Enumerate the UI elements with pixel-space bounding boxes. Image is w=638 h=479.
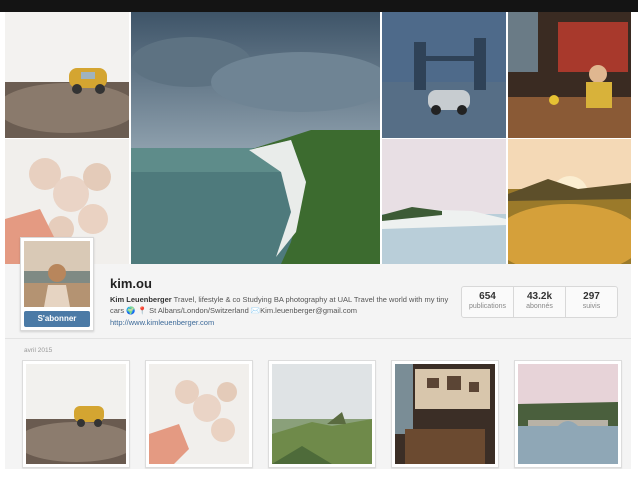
cover-photo-tower-bridge[interactable]: [382, 12, 506, 138]
profile-stats: 654 publications 43.2k abonnés 297 suivi…: [461, 286, 618, 318]
stat-label: abonnés: [526, 303, 553, 310]
follow-button[interactable]: S'abonner: [24, 311, 90, 327]
avatar-card: S'abonner: [20, 237, 94, 331]
cover-photo-beetle-pebbles[interactable]: [5, 12, 129, 138]
stat-label: suivis: [582, 303, 601, 310]
top-bar: [0, 0, 638, 12]
app-window: S'abonner kim.ou Kim Leuenberger Travel,…: [0, 0, 638, 479]
feed-post-beetle[interactable]: [22, 360, 130, 468]
profile-username: kim.ou: [110, 276, 152, 291]
stat-value: 43.2k: [526, 291, 553, 302]
feed-month-label: avril 2015: [24, 347, 53, 354]
cover-photo-cafe[interactable]: [508, 12, 631, 138]
feed-post-roses[interactable]: [145, 360, 253, 468]
feed-post-interior[interactable]: [391, 360, 499, 468]
cover-photo-white-cliffs[interactable]: [382, 139, 506, 264]
cover-photo-sunset-field[interactable]: [508, 139, 631, 264]
profile-full-name: Kim Leuenberger: [110, 295, 172, 304]
stat-value: 297: [583, 291, 600, 302]
bottom-edge: [0, 469, 638, 479]
cover-mosaic: [5, 12, 631, 264]
stat-label: publications: [469, 303, 506, 310]
feed-post-bridge[interactable]: [514, 360, 622, 468]
feed-post-coast[interactable]: [268, 360, 376, 468]
cover-photo-cliffs[interactable]: [131, 12, 380, 264]
profile-bio: Kim Leuenberger Travel, lifestyle & co S…: [110, 294, 455, 316]
stat-followers[interactable]: 43.2k abonnés: [514, 287, 566, 317]
stat-value: 654: [479, 291, 496, 302]
stat-following[interactable]: 297 suivis: [566, 287, 617, 317]
avatar[interactable]: [24, 241, 90, 307]
profile-website-link[interactable]: http://www.kimleuenberger.com: [110, 318, 214, 327]
stat-publications[interactable]: 654 publications: [462, 287, 514, 317]
